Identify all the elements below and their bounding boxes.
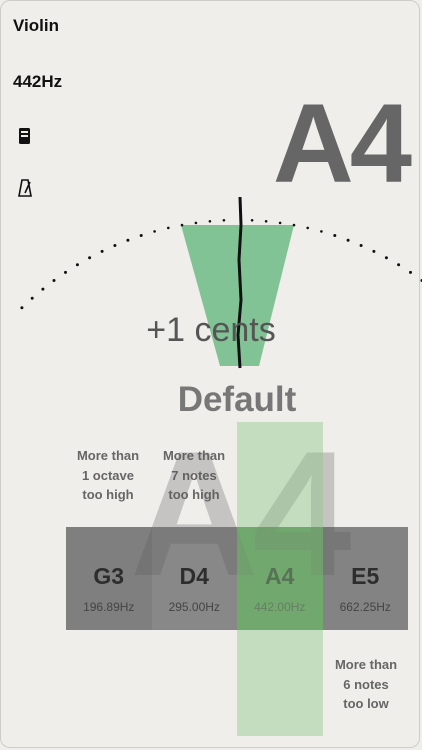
scale-dot (139, 234, 143, 237)
scale-dot (222, 219, 226, 222)
scale-dot (372, 249, 376, 253)
scale-dot (397, 263, 401, 267)
scale-dot (153, 230, 156, 233)
reference-frequency[interactable]: 442Hz (13, 72, 62, 92)
tuning-meter (20, 196, 422, 369)
scale-dot (346, 238, 350, 242)
scale-dot (126, 238, 130, 242)
scale-dot (194, 221, 198, 225)
scale-dot (208, 220, 212, 223)
scale-dot (384, 256, 388, 260)
detected-note: A4 (272, 81, 412, 206)
scale-dot (306, 226, 310, 230)
scale-dot (167, 226, 170, 230)
scale-dot (75, 263, 79, 267)
scale-dot (88, 256, 92, 260)
scale-dot (250, 219, 254, 222)
scale-dot (292, 223, 296, 227)
scale-dot (359, 244, 363, 247)
scale-dot (20, 306, 24, 310)
scale-dot (320, 230, 323, 233)
hint-line: 6 notes (343, 676, 389, 692)
scale-dot (333, 234, 337, 237)
scale-dot (278, 221, 282, 225)
scale-dot (180, 223, 184, 227)
hint-line: too low (343, 696, 389, 711)
hint-line: More than (334, 657, 398, 672)
active-string-highlight (237, 422, 323, 736)
cents-readout: +1 cents (146, 311, 276, 349)
scale-dot (264, 220, 268, 223)
scale-dot (41, 287, 45, 291)
scale-dot (113, 244, 117, 247)
instrument-selector[interactable]: Violin (13, 16, 59, 36)
scale-dot (64, 270, 67, 274)
tuner-icon[interactable] (18, 127, 31, 145)
scale-dot (30, 296, 34, 300)
string-hint-e5: More than 6 notes too low (321, 655, 411, 714)
tuner-icon-glyph (19, 128, 30, 144)
scale-dot (52, 279, 56, 282)
scale-dot (409, 270, 412, 274)
scale-dot (100, 249, 104, 253)
